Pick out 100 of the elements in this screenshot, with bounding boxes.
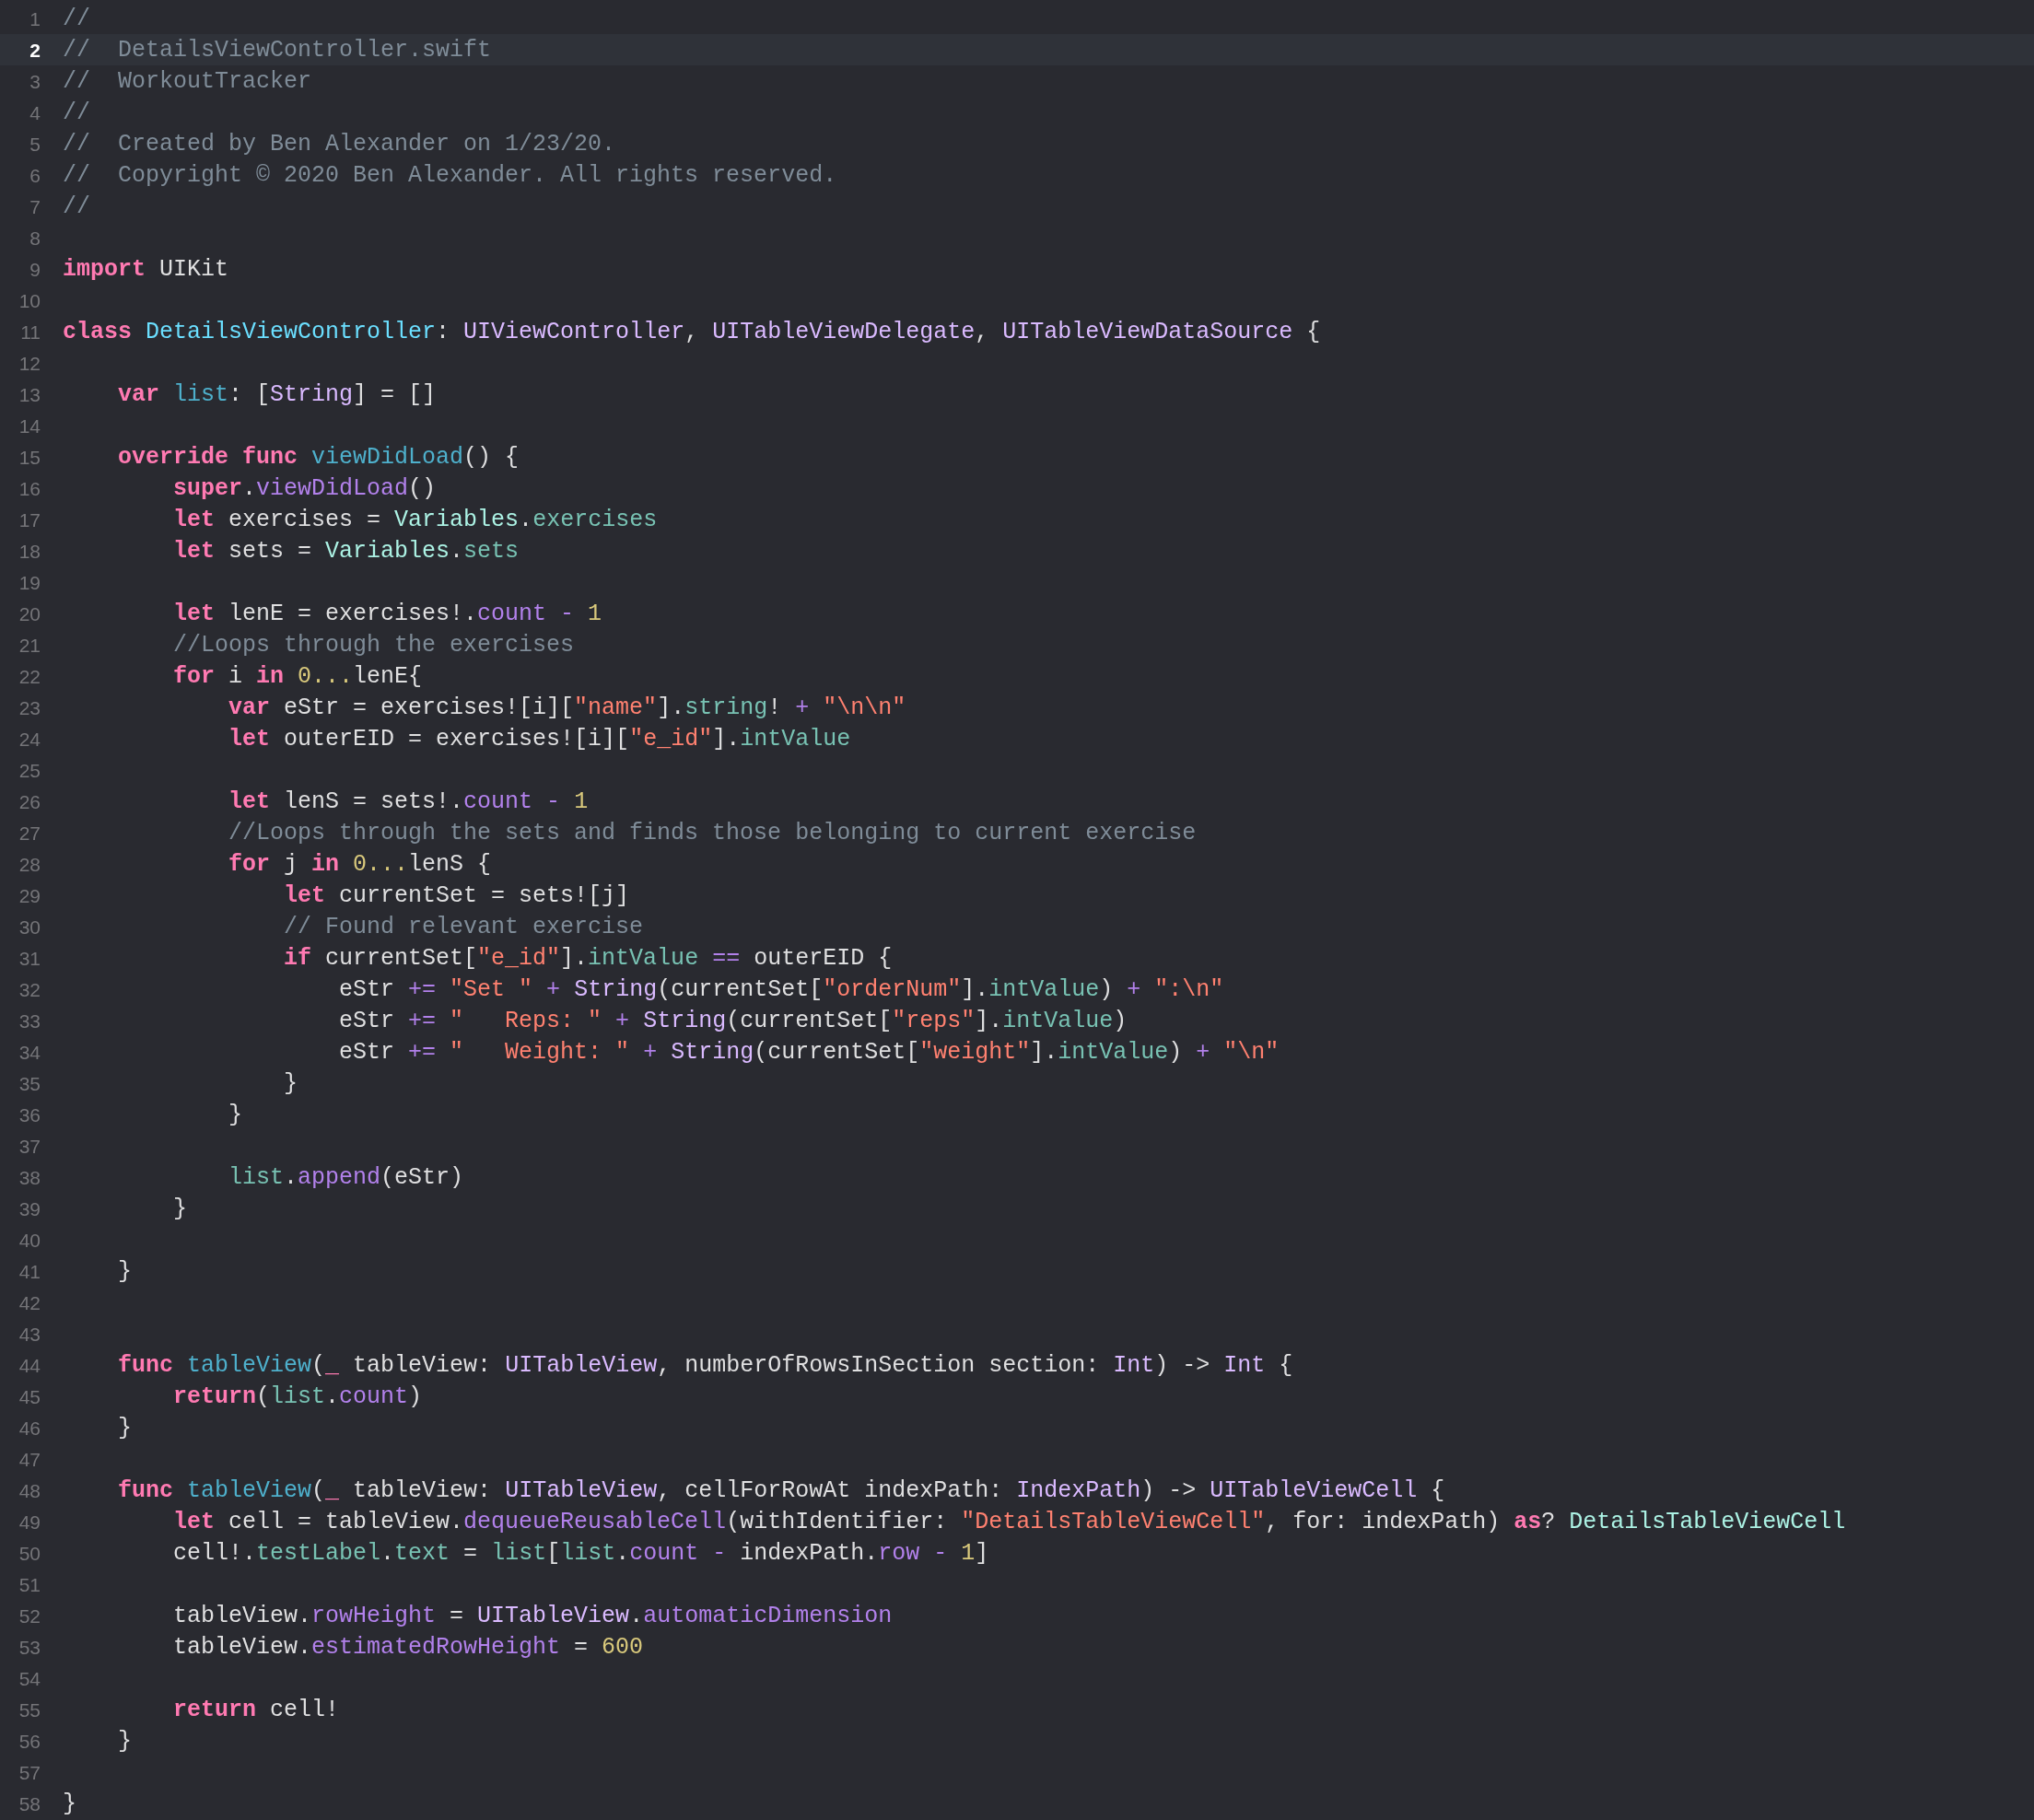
line-number: 22	[18, 666, 41, 686]
line-number: 13	[18, 384, 41, 404]
line-number: 46	[18, 1418, 41, 1438]
line-number: 15	[18, 447, 41, 467]
line-number: 3	[29, 71, 41, 91]
line-number: 17	[18, 509, 41, 530]
line-number: 14	[18, 415, 41, 436]
code-line: }	[117, 1416, 132, 1440]
line-number: 38	[18, 1167, 41, 1187]
line-number: 53	[18, 1637, 41, 1657]
code-line: tableView.estimatedRowHeight = 600	[172, 1635, 644, 1659]
code-line: //Loops through the exercises	[172, 633, 575, 657]
code-line: func tableView(_ tableView: UITableView, cellForRowAt indexPath: IndexPath) -> UITableViewCell {	[117, 1478, 1445, 1502]
line-number: 26	[18, 791, 41, 811]
line-number: 28	[18, 854, 41, 874]
line-number: 36	[18, 1104, 41, 1125]
code-line: func tableView(_ tableView: UITableView, numberOfRowsInSection section: Int) -> Int {	[117, 1353, 1293, 1377]
code-line: let sets = Variables.sets	[172, 539, 520, 563]
code-line: //Loops through the sets and finds those belonging to current exercise	[228, 821, 1197, 845]
code-line: var eStr = exercises![i]["name"].string! + "\n\n"	[228, 695, 906, 719]
line-number: 4	[29, 102, 41, 122]
line-number: 2	[29, 40, 41, 60]
line-number: 47	[18, 1449, 41, 1469]
line-number: 29	[18, 885, 41, 905]
line-number: 50	[18, 1543, 41, 1563]
line-number: 44	[18, 1355, 41, 1375]
line-number: 37	[18, 1136, 41, 1156]
code-line: tableView.rowHeight = UITableView.automaticDimension	[172, 1604, 893, 1628]
line-number: 18	[18, 541, 41, 561]
line-number: 12	[18, 353, 41, 373]
line-number: 48	[18, 1480, 41, 1500]
line-number: 9	[29, 259, 41, 279]
line-number: 16	[18, 478, 41, 498]
line-number: 58	[18, 1793, 41, 1814]
code-line: var list: [String] = []	[117, 382, 437, 406]
code-line: }	[172, 1196, 188, 1220]
code-line: }	[117, 1729, 132, 1753]
line-number: 23	[18, 697, 41, 718]
code-line: class DetailsViewController: UIViewController, UITableViewDelegate, UITableViewDataSource {	[63, 320, 1321, 344]
code-line: // Found relevant exercise	[283, 915, 644, 939]
code-line: let currentSet = sets![j]	[283, 883, 630, 907]
line-number: 24	[18, 729, 41, 749]
code-line: }	[228, 1102, 243, 1126]
code-line: eStr += " Weight: " + String(currentSet["weight"].intValue) + "\n"	[338, 1040, 1280, 1064]
code-line: //	[63, 6, 90, 30]
code-line: eStr += "Set " + String(currentSet["orderNum"].intValue) + ":\n"	[338, 977, 1224, 1001]
code-line: list.append(eStr)	[228, 1165, 464, 1189]
code-line: let outerEID = exercises![i]["e_id"].intValue	[228, 727, 851, 751]
code-line: cell!.testLabel.text = list[list.count - indexPath.row - 1]	[172, 1541, 989, 1565]
code-line: for i in 0...lenE{	[172, 664, 423, 688]
code-line: }	[63, 1791, 76, 1815]
line-number: 40	[18, 1230, 41, 1250]
line-number: 52	[18, 1605, 41, 1626]
code-line: super.viewDidLoad()	[172, 476, 437, 500]
line-number: 7	[29, 196, 41, 216]
code-line: let cell = tableView.dequeueReusableCell(withIdentifier: "DetailsTableViewCell", for: indexPath) as? DetailsTableViewCell	[172, 1510, 1846, 1534]
line-number: 39	[18, 1198, 41, 1219]
code-line: // Created by Ben Alexander on 1/23/20.	[63, 132, 616, 156]
line-number: 5	[29, 134, 41, 154]
line-number: 10	[18, 290, 41, 310]
line-number: 32	[18, 979, 41, 999]
code-line: for j in 0...lenS {	[228, 852, 492, 876]
code-line: import UIKit	[63, 257, 229, 281]
line-number: 35	[18, 1073, 41, 1093]
code-line: return(list.count)	[172, 1384, 423, 1408]
line-number: 42	[18, 1292, 41, 1312]
line-number: 27	[18, 822, 41, 843]
code-line: // Copyright © 2020 Ben Alexander. All rights reserved.	[63, 163, 837, 187]
line-number: 33	[18, 1010, 41, 1031]
code-line: //	[63, 194, 90, 218]
line-number: 1	[29, 8, 41, 29]
code-line: override func viewDidLoad() {	[117, 445, 520, 469]
line-number: 51	[18, 1574, 41, 1594]
code-line: let exercises = Variables.exercises	[172, 508, 658, 531]
line-number: 41	[18, 1261, 41, 1281]
code-line: }	[283, 1071, 298, 1095]
line-number: 19	[18, 572, 41, 592]
line-number: 34	[18, 1042, 41, 1062]
code-line: let lenS = sets!.count - 1	[228, 789, 589, 813]
code-line: let lenE = exercises!.count - 1	[172, 601, 602, 625]
code-line: // WorkoutTracker	[63, 69, 312, 93]
line-number: 21	[18, 635, 41, 655]
line-number: 55	[18, 1699, 41, 1720]
line-number: 31	[18, 948, 41, 968]
line-number: 43	[18, 1324, 41, 1344]
line-number: 25	[18, 760, 41, 780]
code-line: return cell!	[172, 1698, 340, 1721]
line-number: 30	[18, 916, 41, 937]
code-line: //	[63, 100, 90, 124]
code-line: }	[117, 1259, 132, 1283]
line-number: 11	[19, 321, 41, 342]
code-line: // DetailsViewController.swift	[63, 38, 492, 62]
line-number: 6	[29, 165, 41, 185]
code-line: if currentSet["e_id"].intValue == outerEID {	[283, 946, 893, 970]
line-number: 45	[18, 1386, 41, 1406]
line-number: 49	[18, 1511, 41, 1532]
line-number: 8	[29, 228, 41, 248]
code-line: eStr += " Reps: " + String(currentSet["reps"].intValue)	[338, 1009, 1128, 1032]
line-number: 57	[18, 1762, 41, 1782]
line-number: 54	[18, 1668, 41, 1688]
